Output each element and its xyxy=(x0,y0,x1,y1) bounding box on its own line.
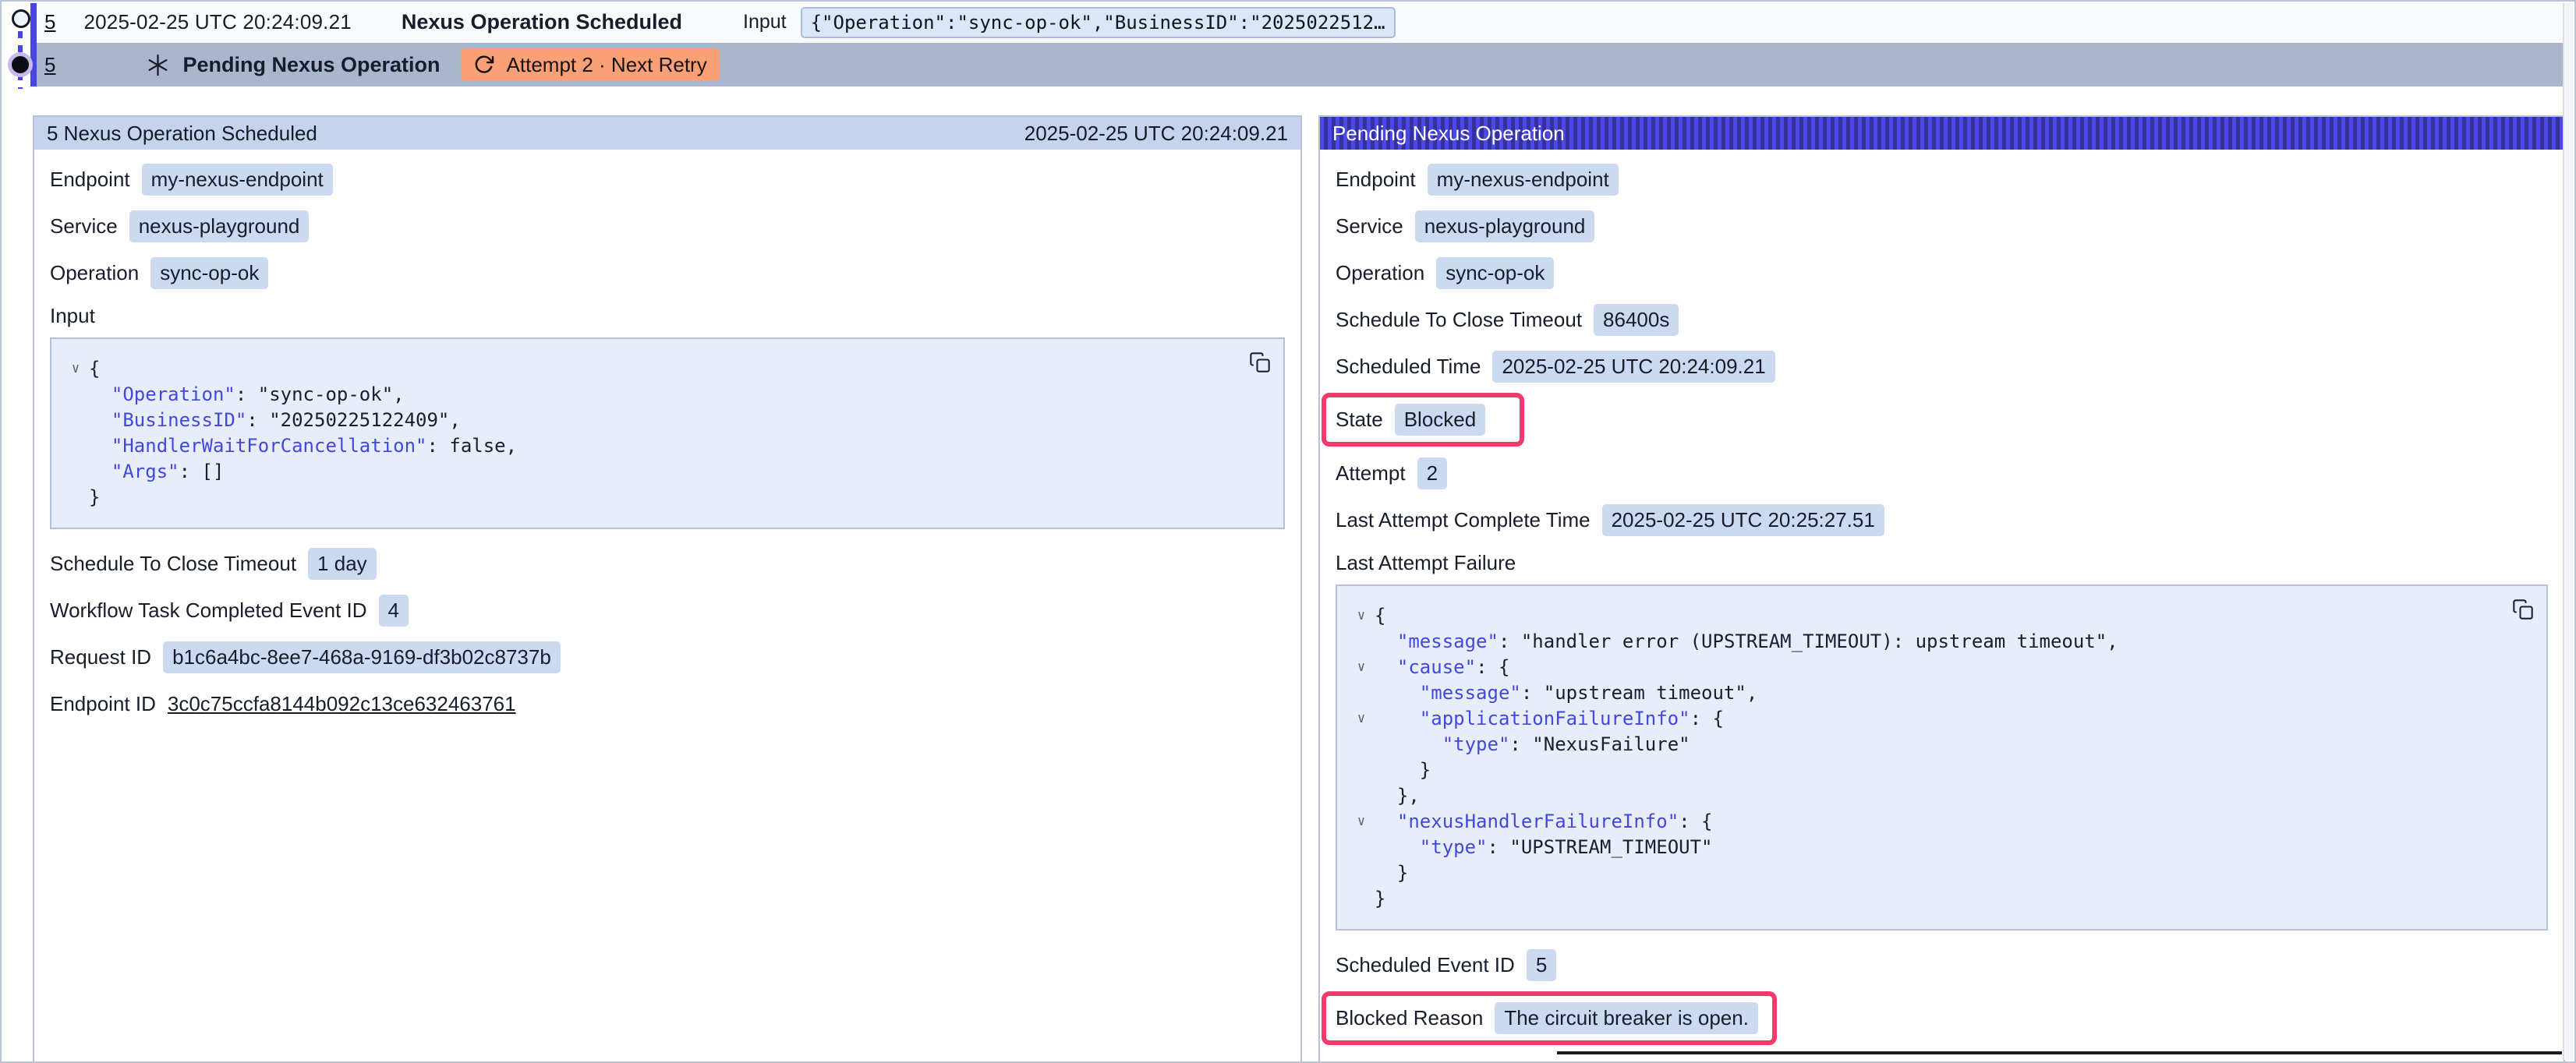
vertical-scrollbar[interactable] xyxy=(2563,3,2573,1060)
chevron-down-icon[interactable]: ∨ xyxy=(62,356,89,382)
field-operation: Operation sync-op-ok xyxy=(1336,257,2548,288)
code-lines: ∨{ "Operation": "sync-op-ok", "BusinessI… xyxy=(62,356,1229,510)
event-list: 5 2025-02-25 UTC 20:24:09.21 Nexus Opera… xyxy=(37,2,2564,87)
code-line: ∨ "nexusHandlerFailureInfo": { xyxy=(1348,809,2492,835)
event-input-preview-badge: {"Operation":"sync-op-ok","BusinessID":"… xyxy=(801,7,1396,38)
event-title: Nexus Operation Scheduled xyxy=(402,10,682,34)
timeline-current-node-icon xyxy=(12,56,29,73)
chevron-down-icon[interactable]: ∨ xyxy=(1348,655,1375,680)
code-line: ∨ "cause": { xyxy=(1348,655,2492,680)
pending-panel-header: Pending Nexus Operation xyxy=(1320,117,2564,150)
event-id-link[interactable]: 5 xyxy=(44,10,55,34)
retry-badge-label: Attempt 2 · Next Retry xyxy=(507,53,707,77)
code-line: } xyxy=(1348,860,2492,886)
rotate-cw-icon xyxy=(473,54,495,76)
event-row-nexus-operation-scheduled[interactable]: 5 2025-02-25 UTC 20:24:09.21 Nexus Opera… xyxy=(37,2,2564,43)
temporal-event-history-screen: 5 2025-02-25 UTC 20:24:09.21 Nexus Opera… xyxy=(0,0,2576,1063)
pending-operation-panel: Pending Nexus Operation Endpoint my-nexu… xyxy=(1318,115,2565,1063)
event-detail-panels: 5 Nexus Operation Scheduled 2025-02-25 U… xyxy=(33,115,2565,1062)
field-state-highlighted: State Blocked xyxy=(1322,393,1524,447)
scheduled-panel-body: Endpoint my-nexus-endpoint Service nexus… xyxy=(34,150,1300,749)
field-schedule-to-close-timeout: Schedule To Close Timeout 1 day xyxy=(50,548,1285,579)
field-service: Service nexus-playground xyxy=(1336,210,2548,242)
code-line: "message": "handler error (UPSTREAM_TIME… xyxy=(1348,629,2492,655)
field-endpoint-id: Endpoint ID 3c0c75ccfa8144b092c13ce63246… xyxy=(50,688,1285,719)
selected-event-accent-bar xyxy=(30,3,37,87)
scheduled-event-detail-panel: 5 Nexus Operation Scheduled 2025-02-25 U… xyxy=(33,115,1302,1063)
field-last-attempt-complete-time: Last Attempt Complete Time 2025-02-25 UT… xyxy=(1336,504,2548,535)
retry-status-badge: Attempt 2 · Next Retry xyxy=(461,48,720,81)
copy-icon[interactable] xyxy=(1249,351,1271,373)
field-schedule-to-close-timeout: Schedule To Close Timeout 86400s xyxy=(1336,304,2548,335)
code-line: "type": "NexusFailure" xyxy=(1348,732,2492,758)
field-attempt: Attempt 2 xyxy=(1336,457,2548,489)
blocked-reason-badge: The circuit breaker is open. xyxy=(1495,1002,1758,1034)
chevron-down-icon[interactable]: ∨ xyxy=(1348,809,1375,835)
field-endpoint: Endpoint my-nexus-endpoint xyxy=(50,164,1285,195)
code-line: "type": "UPSTREAM_TIMEOUT" xyxy=(1348,835,2492,860)
panel-title: Pending Nexus Operation xyxy=(1332,122,1565,146)
field-service: Service nexus-playground xyxy=(50,210,1285,242)
failure-json-viewer: ∨{ "message": "handler error (UPSTREAM_T… xyxy=(1336,584,2548,931)
event-timestamp: 2025-02-25 UTC 20:24:09.21 xyxy=(83,10,351,34)
code-line: ∨{ xyxy=(62,356,1229,382)
event-row-pending-nexus-operation[interactable]: 5 Pending Nexus Operation Attempt 2 · Ne… xyxy=(37,43,2564,87)
input-json-viewer: ∨{ "Operation": "sync-op-ok", "BusinessI… xyxy=(50,337,1285,529)
event-title: Pending Nexus Operation xyxy=(182,53,440,77)
code-line: "BusinessID": "20250225122409", xyxy=(62,408,1229,433)
panel-title: 5 Nexus Operation Scheduled xyxy=(47,122,317,146)
endpoint-id-link[interactable]: 3c0c75ccfa8144b092c13ce632463761 xyxy=(168,688,516,720)
scheduled-panel-header: 5 Nexus Operation Scheduled 2025-02-25 U… xyxy=(34,117,1300,150)
failure-code-label: Last Attempt Failure xyxy=(1336,551,2548,575)
event-id-link[interactable]: 5 xyxy=(44,53,55,77)
field-blocked-reason-highlighted: Blocked Reason The circuit breaker is op… xyxy=(1322,991,1777,1045)
field-workflow-task-completed-event-id: Workflow Task Completed Event ID 4 xyxy=(50,595,1285,626)
code-line: ∨{ xyxy=(1348,603,2492,629)
timeline-open-node-icon xyxy=(12,9,30,28)
window-bottom-edge xyxy=(1557,1051,2562,1054)
code-line: } xyxy=(1348,758,2492,783)
code-line: "HandlerWaitForCancellation": false, xyxy=(62,433,1229,459)
pending-asterisk-icon xyxy=(146,53,170,77)
input-code-label: Input xyxy=(50,304,1285,328)
copy-icon[interactable] xyxy=(2512,599,2534,620)
event-input-label: Input xyxy=(743,11,787,34)
field-scheduled-event-id: Scheduled Event ID 5 xyxy=(1336,949,2548,980)
chevron-down-icon[interactable]: ∨ xyxy=(1348,706,1375,732)
field-request-id: Request ID b1c6a4bc-8ee7-468a-9169-df3b0… xyxy=(50,641,1285,673)
code-line: } xyxy=(62,485,1229,510)
panel-timestamp: 2025-02-25 UTC 20:24:09.21 xyxy=(1024,122,1288,146)
code-lines: ∨{ "message": "handler error (UPSTREAM_T… xyxy=(1348,603,2492,912)
field-operation: Operation sync-op-ok xyxy=(50,257,1285,288)
code-line: } xyxy=(1348,886,2492,912)
code-line: ∨ "applicationFailureInfo": { xyxy=(1348,706,2492,732)
code-line: "Args": [] xyxy=(62,459,1229,485)
pending-panel-body: Endpoint my-nexus-endpoint Service nexus… xyxy=(1320,150,2564,1063)
field-endpoint: Endpoint my-nexus-endpoint xyxy=(1336,164,2548,195)
code-line: }, xyxy=(1348,783,2492,809)
field-scheduled-time: Scheduled Time 2025-02-25 UTC 20:24:09.2… xyxy=(1336,351,2548,382)
code-line: "message": "upstream timeout", xyxy=(1348,680,2492,706)
state-badge: Blocked xyxy=(1395,404,1486,436)
chevron-down-icon[interactable]: ∨ xyxy=(1348,603,1375,629)
code-line: "Operation": "sync-op-ok", xyxy=(62,382,1229,408)
